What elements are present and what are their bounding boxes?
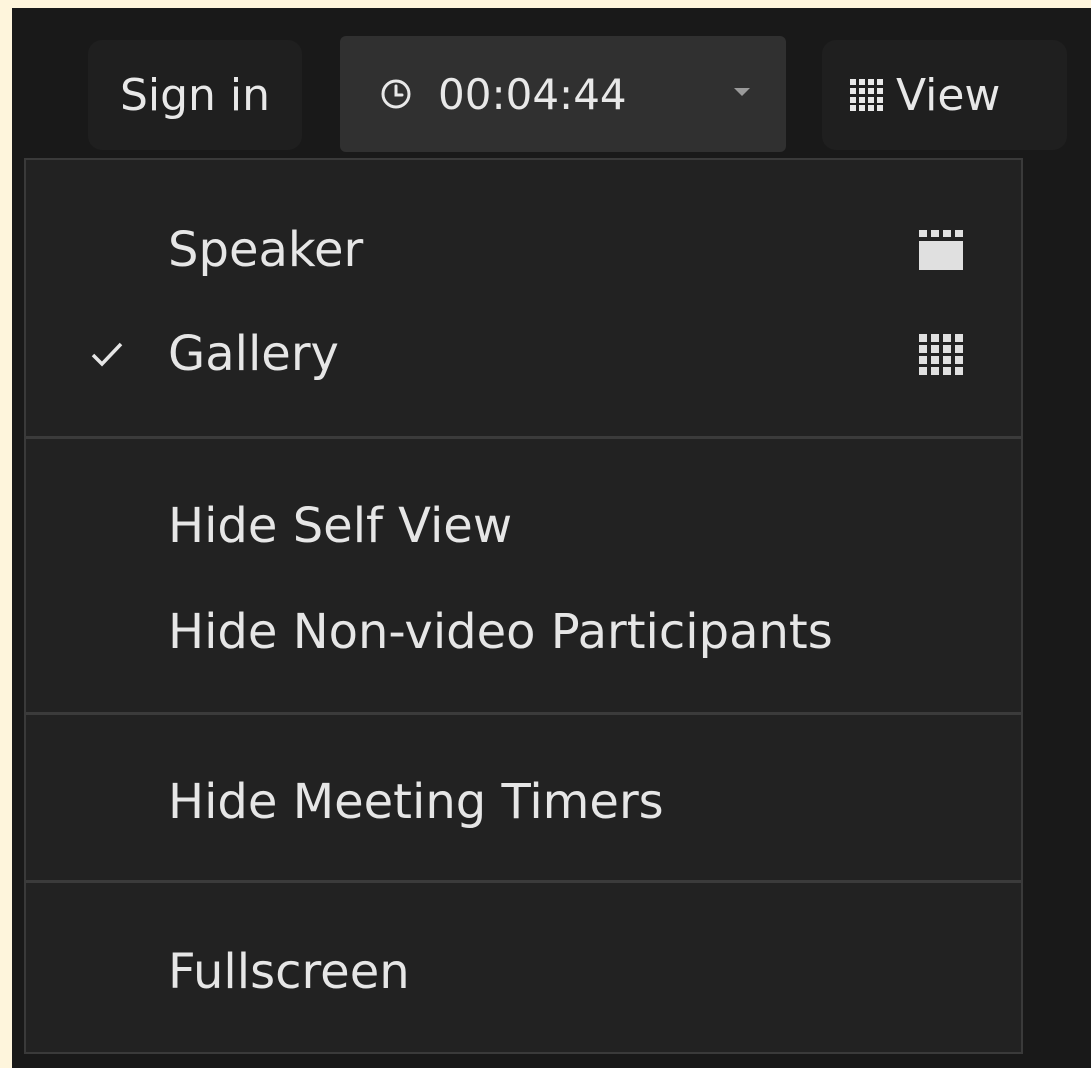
menu-divider [26,712,1021,715]
menu-item-gallery[interactable]: Gallery [26,304,1021,404]
menu-item-label: Speaker [168,222,364,278]
menu-item-label: Hide Meeting Timers [168,774,664,830]
checkmark-icon [91,342,123,367]
view-dropdown-menu: Speaker Gallery Hide Self View Hide Non-… [24,158,1023,1054]
sign-in-label: Sign in [119,69,271,121]
menu-item-hide-self-view[interactable]: Hide Self View [26,476,1021,576]
menu-divider [26,436,1021,439]
menu-item-label: Fullscreen [168,944,410,1000]
menu-item-fullscreen[interactable]: Fullscreen [26,922,1021,1022]
menu-divider [26,880,1021,883]
clock-icon [381,79,411,109]
chevron-down-icon [734,88,750,96]
meeting-timer-dropdown[interactable]: 00:04:44 [340,36,786,152]
gallery-view-icon [919,334,963,375]
menu-item-speaker[interactable]: Speaker [26,200,1021,300]
menu-item-label: Gallery [168,326,339,382]
view-label: View [896,69,1001,121]
gallery-grid-icon [850,79,883,111]
menu-item-hide-meeting-timers[interactable]: Hide Meeting Timers [26,752,1021,852]
screenshot-frame: Sign in 00:04:44 View Speaker Gallery Hi… [0,0,1091,1068]
view-button[interactable]: View [822,40,1067,150]
menu-item-label: Hide Non-video Participants [168,604,833,660]
meeting-window: Sign in 00:04:44 View Speaker Gallery Hi… [12,8,1091,1068]
meeting-timer-value: 00:04:44 [438,69,627,119]
menu-item-label: Hide Self View [168,498,513,554]
speaker-view-icon [919,230,963,270]
sign-in-button[interactable]: Sign in [88,40,302,150]
menu-item-hide-non-video-participants[interactable]: Hide Non-video Participants [26,582,1021,682]
